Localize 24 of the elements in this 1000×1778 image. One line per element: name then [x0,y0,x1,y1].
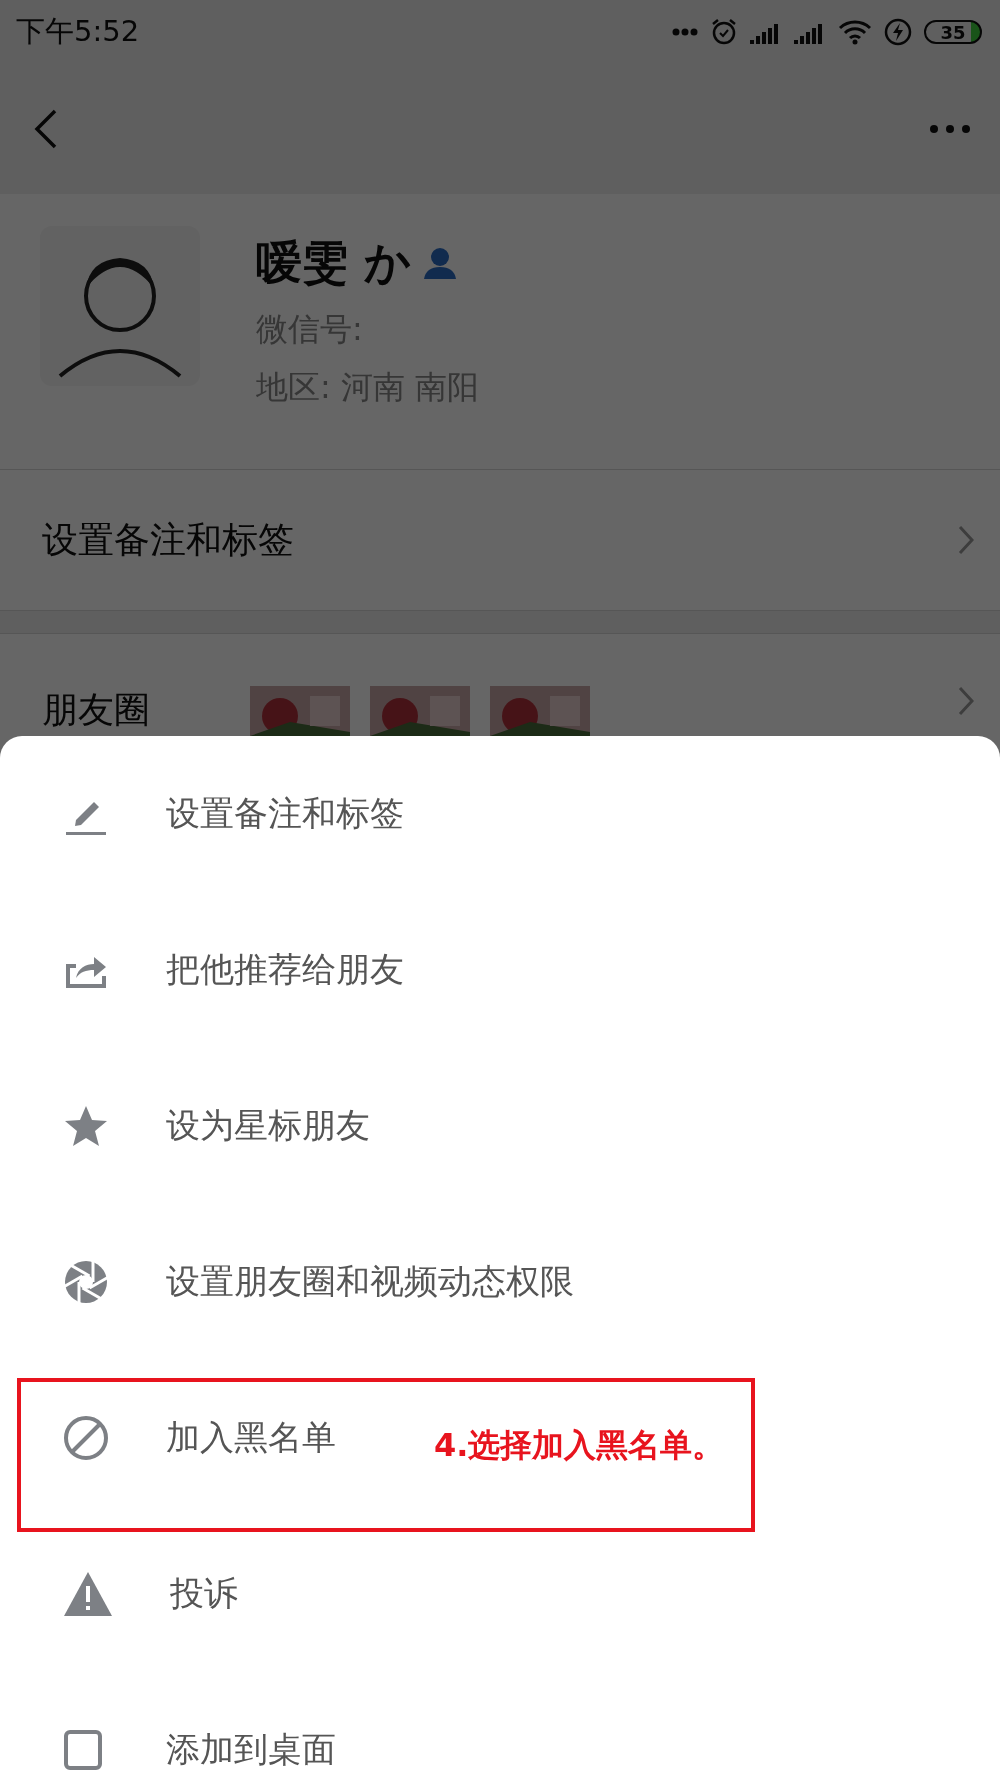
charging-icon [884,18,912,46]
chevron-right-icon [958,686,974,716]
menu-item[interactable]: 添加到桌面 [0,1672,360,1778]
menu-item[interactable]: 设置备注和标签 [0,736,428,892]
status-time: 下午5:52 [16,13,140,50]
block-icon [62,1414,110,1462]
menu-item[interactable]: 设为星标朋友 [0,1048,394,1204]
aperture-icon [62,1258,110,1306]
annotation-text: 4.选择加入黑名单。 [434,1425,725,1466]
menu-item[interactable]: 加入黑名单 [0,1360,360,1516]
back-icon[interactable] [34,109,58,149]
alarm-icon [710,18,738,46]
menu-item[interactable]: 投诉 [0,1516,262,1672]
contact-name: 嗳雯 か [256,234,411,291]
menu-item[interactable]: 把他推荐给朋友 [0,892,428,1048]
menu-row-label[interactable]: 设置备注和标签 [42,515,294,565]
warning-icon [62,1570,114,1618]
wifi-icon [838,19,872,45]
person-icon [423,247,457,279]
moments-label[interactable]: 朋友圈 [42,686,150,735]
more-icon[interactable] [930,125,970,133]
chevron-right-icon [958,525,974,555]
more-icon [672,28,698,36]
menu-item[interactable]: 设置朋友圈和视频动态权限 [0,1204,598,1360]
